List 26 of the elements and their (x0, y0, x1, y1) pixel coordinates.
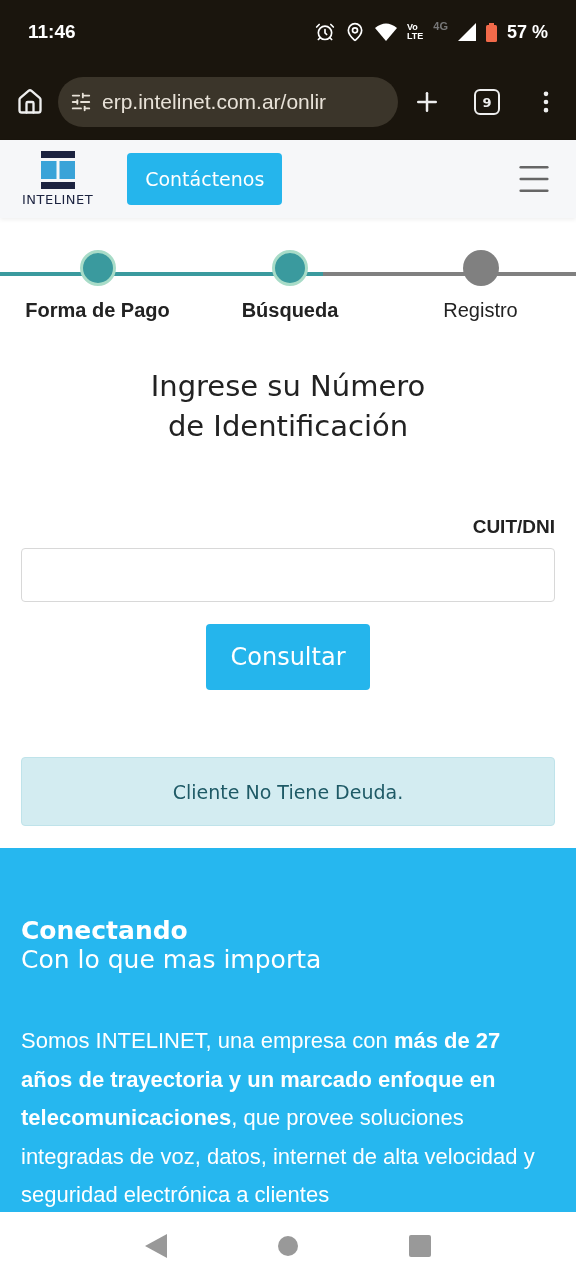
signal-icon (457, 23, 476, 41)
id-input-field[interactable] (21, 548, 555, 602)
logo-text: INTELINET (22, 192, 94, 207)
address-bar[interactable]: erp.intelinet.com.ar/onlir (58, 77, 398, 127)
info-alert: Cliente No Tiene Deuda. (21, 757, 555, 826)
form-heading: Ingrese su Número de Identificación (149, 368, 427, 445)
tab-count[interactable]: 9 (474, 89, 500, 115)
about-subtitle: Con lo que mas importa (21, 945, 323, 974)
logo-icon (40, 151, 75, 189)
step-label: Registro (443, 299, 518, 322)
battery-level: 57 % (506, 21, 548, 43)
step-label: Forma de Pago (25, 299, 170, 322)
home-circle-icon[interactable] (277, 1235, 299, 1257)
home-icon[interactable] (16, 88, 44, 116)
alarm-icon (314, 22, 335, 42)
step-label: Búsqueda (241, 299, 339, 322)
about-title: Conectando (21, 916, 189, 945)
wifi-icon (374, 23, 397, 41)
battery-icon (485, 22, 497, 42)
status-time: 11:46 (28, 21, 77, 43)
field-label: CUIT/DNI (472, 516, 555, 538)
back-icon[interactable] (145, 1234, 167, 1258)
network-label: 4G (433, 20, 448, 32)
volte-label: Vo LTE (406, 23, 424, 41)
about-paragraph: Somos INTELINET, una empresa con más de 27 años de trayectoria y un marcado enfoque en telecomunicaciones, que provee soluciones integradas de voz, datos, internet de alta velocidad y seguridad electrónica a clientes (21, 1027, 536, 1209)
site-settings-icon[interactable] (70, 91, 92, 113)
